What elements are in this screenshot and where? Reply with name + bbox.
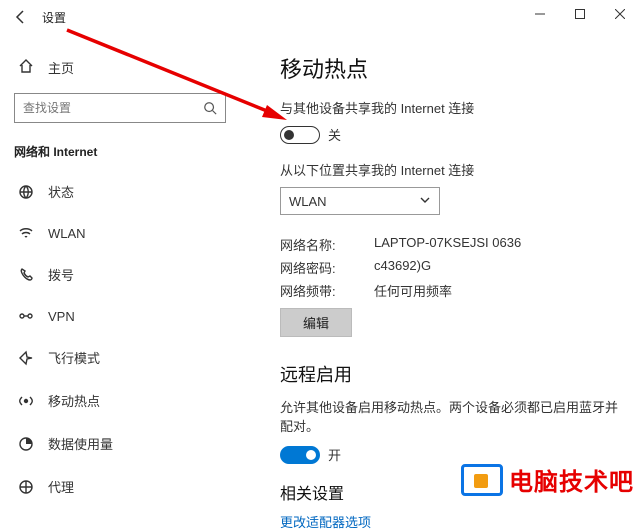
sidebar-item-label: 飞行模式 bbox=[48, 348, 100, 367]
net-name-value: LAPTOP-07KSEJSI 0636 bbox=[374, 235, 620, 254]
window-title: 设置 bbox=[42, 9, 66, 26]
remote-desc: 允许其他设备启用移动热点。两个设备必须都已启用蓝牙并配对。 bbox=[280, 397, 620, 435]
share-from-value: WLAN bbox=[289, 194, 327, 209]
watermark: 电脑技术吧 bbox=[461, 462, 634, 497]
remote-toggle[interactable] bbox=[280, 446, 320, 464]
vpn-icon bbox=[18, 308, 34, 324]
net-pwd-key: 网络密码: bbox=[280, 258, 364, 277]
sidebar-item-label: WLAN bbox=[48, 226, 86, 241]
net-band-value: 任何可用频率 bbox=[374, 281, 620, 300]
search-icon bbox=[195, 101, 225, 115]
home-icon bbox=[18, 58, 34, 77]
sidebar-item-label: VPN bbox=[48, 309, 75, 324]
edit-button[interactable]: 编辑 bbox=[280, 308, 352, 337]
sidebar-item-proxy[interactable]: 代理 bbox=[0, 465, 240, 508]
sidebar-item-label: 拨号 bbox=[48, 265, 74, 284]
minimize-button[interactable] bbox=[520, 0, 560, 28]
sidebar-item-label: 移动热点 bbox=[48, 391, 100, 410]
sidebar-item-airplane[interactable]: 飞行模式 bbox=[0, 336, 240, 379]
net-pwd-value: c43692)G bbox=[374, 258, 620, 277]
close-button[interactable] bbox=[600, 0, 640, 28]
remote-toggle-state: 开 bbox=[328, 445, 341, 464]
wifi-icon bbox=[18, 225, 34, 241]
chevron-down-icon bbox=[419, 194, 431, 209]
sidebar-item-status[interactable]: 状态 bbox=[0, 170, 240, 213]
sidebar-item-vpn[interactable]: VPN bbox=[0, 296, 240, 336]
sidebar-item-hotspot[interactable]: 移动热点 bbox=[0, 379, 240, 422]
share-toggle-state: 关 bbox=[328, 125, 341, 144]
sidebar: 主页 网络和 Internet 状态 WLAN 拨号 VPN 飞行模式 移动热点… bbox=[0, 44, 240, 505]
remote-title: 远程启用 bbox=[280, 361, 620, 387]
home-link[interactable]: 主页 bbox=[0, 48, 240, 87]
net-band-key: 网络频带: bbox=[280, 281, 364, 300]
watermark-logo-icon bbox=[461, 464, 503, 496]
from-label: 从以下位置共享我的 Internet 连接 bbox=[280, 160, 620, 179]
watermark-text: 电脑技术吧 bbox=[509, 462, 634, 497]
share-label: 与其他设备共享我的 Internet 连接 bbox=[280, 98, 620, 117]
sidebar-item-label: 状态 bbox=[48, 182, 74, 201]
share-from-select[interactable]: WLAN bbox=[280, 187, 440, 215]
maximize-button[interactable] bbox=[560, 0, 600, 28]
globe-icon bbox=[18, 184, 34, 200]
search-input[interactable] bbox=[14, 93, 226, 123]
sidebar-item-label: 数据使用量 bbox=[48, 434, 113, 453]
data-icon bbox=[18, 436, 34, 452]
content-area: 移动热点 与其他设备共享我的 Internet 连接 关 从以下位置共享我的 I… bbox=[270, 40, 640, 505]
sidebar-item-label: 代理 bbox=[48, 477, 74, 496]
sidebar-item-dialup[interactable]: 拨号 bbox=[0, 253, 240, 296]
hotspot-icon bbox=[18, 393, 34, 409]
airplane-icon bbox=[18, 350, 34, 366]
home-label: 主页 bbox=[48, 58, 74, 77]
share-toggle[interactable] bbox=[280, 126, 320, 144]
sidebar-item-wlan[interactable]: WLAN bbox=[0, 213, 240, 253]
sidebar-item-datausage[interactable]: 数据使用量 bbox=[0, 422, 240, 465]
page-title: 移动热点 bbox=[280, 52, 620, 84]
proxy-icon bbox=[18, 479, 34, 495]
net-name-key: 网络名称: bbox=[280, 235, 364, 254]
search-field[interactable] bbox=[15, 101, 195, 115]
phone-icon bbox=[18, 267, 34, 283]
category-header: 网络和 Internet bbox=[0, 137, 240, 170]
back-button[interactable] bbox=[10, 6, 32, 28]
adapter-options-link[interactable]: 更改适配器选项 bbox=[280, 512, 620, 531]
